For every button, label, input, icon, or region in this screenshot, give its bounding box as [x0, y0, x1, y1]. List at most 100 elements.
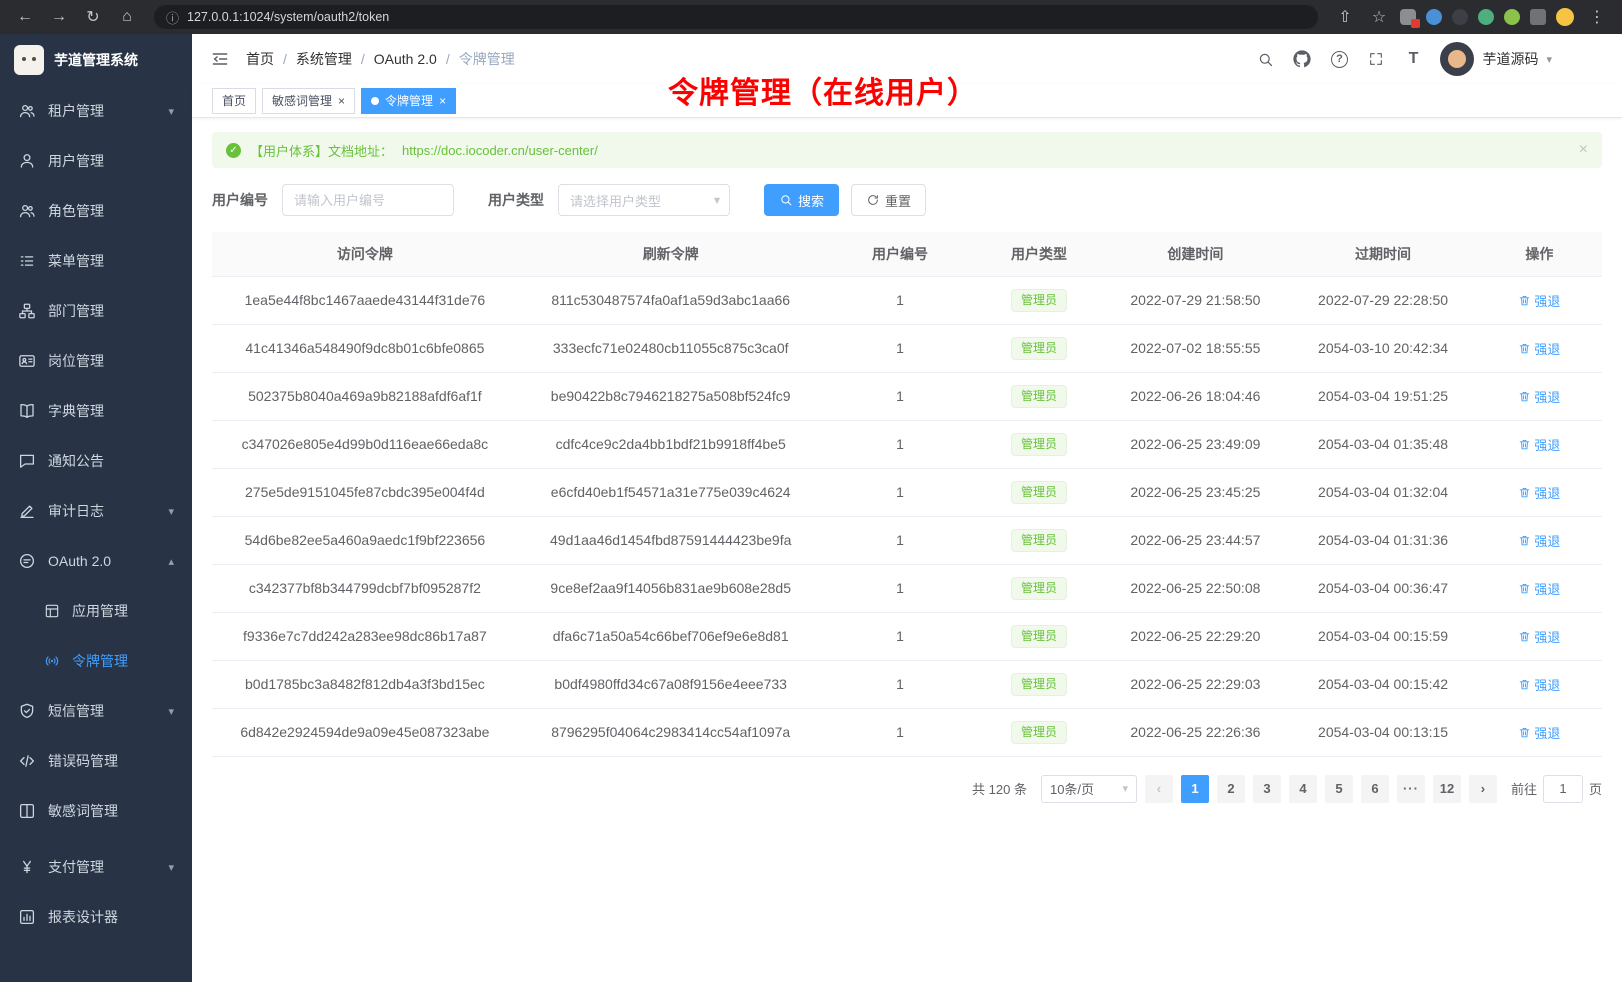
breadcrumb-system[interactable]: 系统管理	[296, 49, 352, 69]
sidebar-item-audit-log[interactable]: 审计日志	[0, 486, 192, 536]
force-logout-button[interactable]: 强退	[1518, 627, 1560, 646]
font-size-icon[interactable]	[1403, 49, 1423, 69]
sidebar-toggle-icon[interactable]	[210, 49, 230, 69]
close-icon[interactable]	[338, 94, 345, 108]
browser-home-button[interactable]	[114, 4, 140, 30]
fullscreen-icon[interactable]	[1366, 49, 1386, 69]
sidebar-item-role[interactable]: 角色管理	[0, 186, 192, 236]
page-button[interactable]: 1	[1181, 775, 1209, 803]
table-row: c342377bf8b344799dcbf7bf095287f2 9ce8ef2…	[212, 564, 1602, 612]
sidebar-item-dict[interactable]: 字典管理	[0, 386, 192, 436]
tab-home[interactable]: 首页	[212, 88, 256, 114]
user-id-input[interactable]	[282, 184, 454, 216]
browser-extensions	[1400, 4, 1610, 30]
browser-reload-button[interactable]	[80, 4, 106, 30]
breadcrumb-oauth2[interactable]: OAuth 2.0	[374, 51, 437, 67]
cell-refresh-token: 811c530487574fa0af1a59d3abc1aa66	[518, 276, 824, 324]
sidebar-item-tenant[interactable]: 租户管理	[0, 86, 192, 136]
share-icon[interactable]	[1332, 4, 1358, 30]
page-button[interactable]: 2	[1217, 775, 1245, 803]
sidebar-item-notice[interactable]: 通知公告	[0, 436, 192, 486]
site-info-icon[interactable]	[166, 8, 179, 27]
page-size-select[interactable]: 10条/页	[1041, 775, 1137, 803]
force-logout-button[interactable]: 强退	[1518, 483, 1560, 502]
bookmark-star-icon[interactable]	[1366, 4, 1392, 30]
sidebar-item-oauth2[interactable]: OAuth 2.0	[0, 536, 192, 586]
main-area: 首页 / 系统管理 / OAuth 2.0 / 令牌管理 芋道源码	[192, 34, 1622, 982]
close-icon[interactable]	[439, 94, 446, 108]
tab-token[interactable]: 令牌管理	[361, 88, 456, 114]
force-logout-button[interactable]: 强退	[1518, 339, 1560, 358]
next-page-button[interactable]	[1469, 775, 1497, 803]
github-icon[interactable]	[1292, 49, 1312, 69]
trash-icon	[1518, 582, 1531, 595]
sidebar-item-post[interactable]: 岗位管理	[0, 336, 192, 386]
prev-page-button[interactable]	[1145, 775, 1173, 803]
code-icon	[18, 752, 36, 770]
force-logout-button[interactable]: 强退	[1518, 387, 1560, 406]
user-menu[interactable]: 芋道源码	[1440, 42, 1552, 76]
token-table-body: 1ea5e44f8bc1467aaede43144f31de76 811c530…	[212, 276, 1602, 756]
browser-forward-button[interactable]	[46, 4, 72, 30]
search-button[interactable]: 搜索	[764, 184, 839, 216]
chevron-down-icon	[1546, 53, 1552, 66]
doc-link[interactable]: https://doc.iocoder.cn/user-center/	[402, 143, 598, 158]
browser-profile-avatar[interactable]	[1556, 8, 1574, 26]
force-logout-button[interactable]: 强退	[1518, 675, 1560, 694]
extension-icon[interactable]	[1478, 9, 1494, 25]
cell-actions: 强退	[1477, 612, 1602, 660]
force-logout-button[interactable]: 强退	[1518, 531, 1560, 550]
sidebar-item-oauth2-app[interactable]: 应用管理	[0, 586, 192, 636]
breadcrumb-home[interactable]: 首页	[246, 49, 274, 69]
browser-menu-icon[interactable]	[1584, 4, 1610, 30]
browser-address-bar[interactable]: 127.0.0.1:1024/system/oauth2/token	[154, 5, 1318, 29]
page-button[interactable]: 12	[1433, 775, 1461, 803]
cell-user-type: 管理员	[976, 660, 1101, 708]
sidebar-item-report-designer[interactable]: 报表设计器	[0, 892, 192, 942]
force-logout-button[interactable]: 强退	[1518, 723, 1560, 742]
help-icon[interactable]	[1329, 49, 1349, 69]
pagination-ellipsis[interactable]: ···	[1397, 775, 1425, 803]
cell-actions: 强退	[1477, 660, 1602, 708]
cell-user-type: 管理员	[976, 564, 1101, 612]
browser-back-button[interactable]	[12, 4, 38, 30]
col-create-time: 创建时间	[1102, 232, 1290, 276]
force-logout-button[interactable]: 强退	[1518, 579, 1560, 598]
reset-button[interactable]: 重置	[851, 184, 926, 216]
sidebar-item-error-code[interactable]: 错误码管理	[0, 736, 192, 786]
table-row: 1ea5e44f8bc1467aaede43144f31de76 811c530…	[212, 276, 1602, 324]
header-tools: 芋道源码	[1255, 42, 1604, 76]
sidebar-item-pay[interactable]: 支付管理	[0, 842, 192, 892]
extension-icon[interactable]	[1426, 9, 1442, 25]
chevron-down-icon	[1122, 782, 1128, 795]
doc-alert: 【用户体系】文档地址： https://doc.iocoder.cn/user-…	[212, 132, 1602, 168]
user-type-select[interactable]: 请选择用户类型	[558, 184, 730, 216]
trash-icon	[1518, 486, 1531, 499]
sidebar-item-user[interactable]: 用户管理	[0, 136, 192, 186]
alert-close-icon[interactable]	[1579, 141, 1588, 159]
sidebar-item-sms[interactable]: 短信管理	[0, 686, 192, 736]
sidebar-item-dept[interactable]: 部门管理	[0, 286, 192, 336]
search-icon[interactable]	[1255, 49, 1275, 69]
page-button[interactable]: 3	[1253, 775, 1281, 803]
sidebar-item-menu[interactable]: 菜单管理	[0, 236, 192, 286]
extension-icon[interactable]	[1400, 9, 1416, 25]
force-logout-button[interactable]: 强退	[1518, 435, 1560, 454]
page-button[interactable]: 6	[1361, 775, 1389, 803]
cell-create-time: 2022-06-25 22:29:03	[1102, 660, 1290, 708]
page-button[interactable]: 4	[1289, 775, 1317, 803]
sidebar-item-sensitive-word[interactable]: 敏感词管理	[0, 786, 192, 836]
sidebar-item-oauth2-token[interactable]: 令牌管理	[0, 636, 192, 686]
trash-icon	[1518, 438, 1531, 451]
table-row: 54d6be82ee5a460a9aedc1f9bf223656 49d1aa4…	[212, 516, 1602, 564]
extensions-puzzle-icon[interactable]	[1530, 9, 1546, 25]
page-button[interactable]: 5	[1325, 775, 1353, 803]
goto-page-input[interactable]	[1543, 775, 1583, 803]
trash-icon	[1518, 342, 1531, 355]
tab-sensitive-word[interactable]: 敏感词管理	[262, 88, 355, 114]
force-logout-button[interactable]: 强退	[1518, 291, 1560, 310]
app-logo[interactable]: 芋道管理系统	[0, 34, 192, 86]
extension-icon[interactable]	[1452, 9, 1468, 25]
comment-icon	[18, 552, 36, 570]
extension-icon[interactable]	[1504, 9, 1520, 25]
